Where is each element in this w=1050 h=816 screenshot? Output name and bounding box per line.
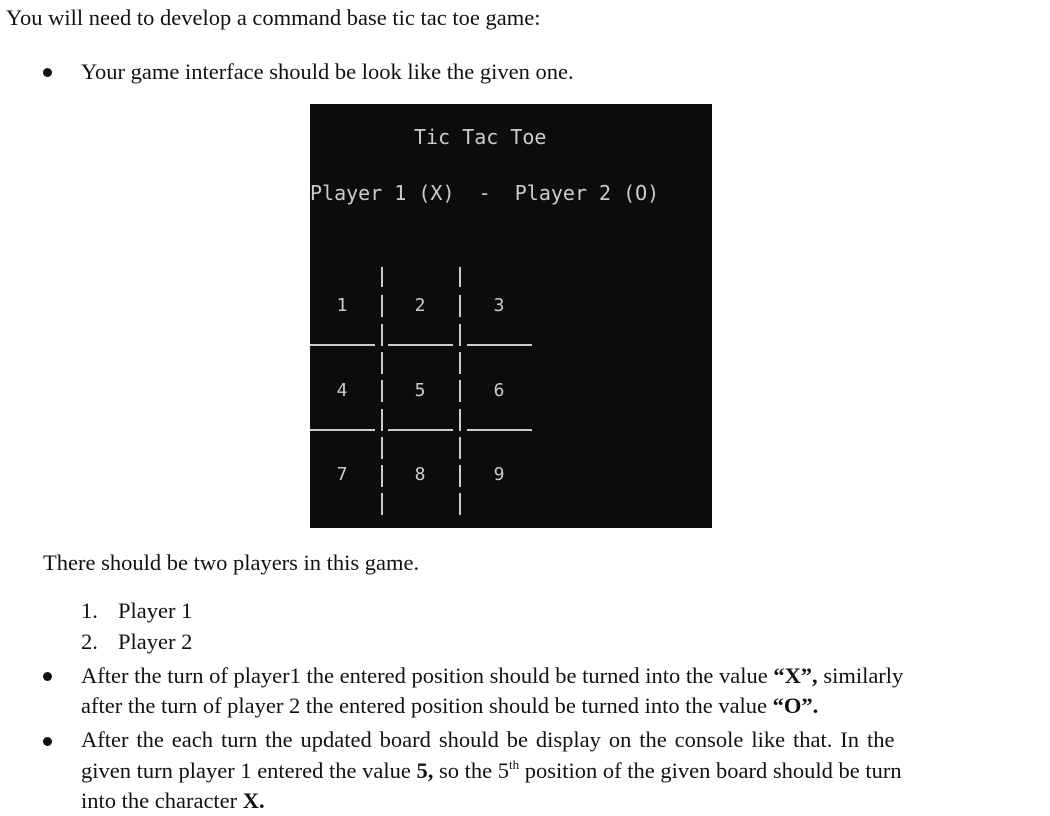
text-segment: into the character (81, 788, 243, 813)
value-5-bold: 5, (416, 758, 434, 783)
board-vline-1 (381, 493, 383, 515)
board-hline-2 (310, 429, 375, 431)
board-hline-1 (388, 344, 453, 346)
board-vline-2 (459, 380, 461, 402)
bullet-turn-values-line-1: After the turn of player1 the entered po… (81, 661, 903, 691)
board-cell-7: 7 (336, 464, 348, 485)
text-segment: given turn player 1 entered the value (81, 758, 417, 783)
list-item-player-1: Player 1 (118, 598, 193, 623)
bullet-marker (43, 737, 52, 746)
board-vline-1 (381, 267, 383, 287)
bullet-marker (43, 672, 52, 681)
board-vline-2 (459, 267, 461, 287)
player1-label: Player 1 (X) (310, 181, 455, 205)
bullet-update-line-1: After the each turn the updated board sh… (81, 727, 895, 752)
board-cell-4: 4 (336, 380, 348, 401)
ordinal-superscript: th (509, 757, 520, 772)
text-segment: so the 5 (433, 758, 509, 783)
board-vline-1 (381, 437, 383, 459)
board-vline-1 (381, 380, 383, 402)
text-segment: after the turn of player 2 the entered p… (81, 693, 773, 718)
board-cell-3: 3 (493, 295, 505, 316)
board-vline-2 (459, 352, 461, 374)
bullet-turn-values-line-2: after the turn of player 2 the entered p… (81, 691, 818, 721)
bullet-update-line-2: given turn player 1 entered the value 5,… (81, 756, 902, 786)
intro-text: You will need to develop a command base … (6, 5, 541, 30)
board-vline-1 (381, 465, 383, 487)
board-hline-1 (467, 344, 532, 346)
board-cell-1: 1 (336, 295, 348, 316)
value-x-bold: X. (242, 788, 265, 813)
board-vline-1 (381, 324, 383, 346)
board-vline-2 (459, 465, 461, 487)
text-segment: position of the given board should be tu… (519, 758, 902, 783)
players-separator: - (478, 181, 491, 205)
board-vline-2 (459, 437, 461, 459)
board-vline-1 (381, 409, 383, 431)
board-vline-1 (381, 352, 383, 374)
board-hline-2 (467, 429, 532, 431)
board-cell-6: 6 (493, 380, 505, 401)
value-x-bold: “X”, (773, 663, 818, 688)
value-o-bold: “O”. (772, 693, 819, 718)
board-cell-9: 9 (493, 464, 505, 485)
board-cell-2: 2 (414, 295, 426, 316)
board-vline-2 (459, 409, 461, 431)
console-players: Player 1 (X) - Player 2 (O) (310, 180, 659, 206)
board-vline-2 (459, 493, 461, 515)
bullet-interface-text: Your game interface should be look like … (81, 59, 574, 84)
console-title: Tic Tac Toe (414, 125, 547, 149)
board-hline-2 (388, 429, 453, 431)
board-cell-8: 8 (414, 464, 426, 485)
text-segment: similarly (817, 663, 904, 688)
list-item-player-2: Player 2 (118, 629, 193, 654)
player2-label: Player 2 (O) (514, 181, 660, 205)
list-number: 1. (81, 598, 98, 623)
board-cell-5: 5 (414, 380, 426, 401)
board-hline-1 (310, 344, 375, 346)
board-vline-2 (459, 324, 461, 346)
board-vline-2 (459, 295, 461, 317)
bullet-update-line-3: into the character X. (81, 786, 265, 816)
players-intro-text: There should be two players in this game… (43, 550, 420, 575)
console-screenshot: Tic Tac Toe Player 1 (X) - Player 2 (O) … (310, 104, 712, 528)
text-segment: After the turn of player1 the entered po… (81, 663, 774, 688)
list-number: 2. (81, 629, 98, 654)
bullet-marker (43, 68, 52, 77)
board-vline-1 (381, 295, 383, 317)
